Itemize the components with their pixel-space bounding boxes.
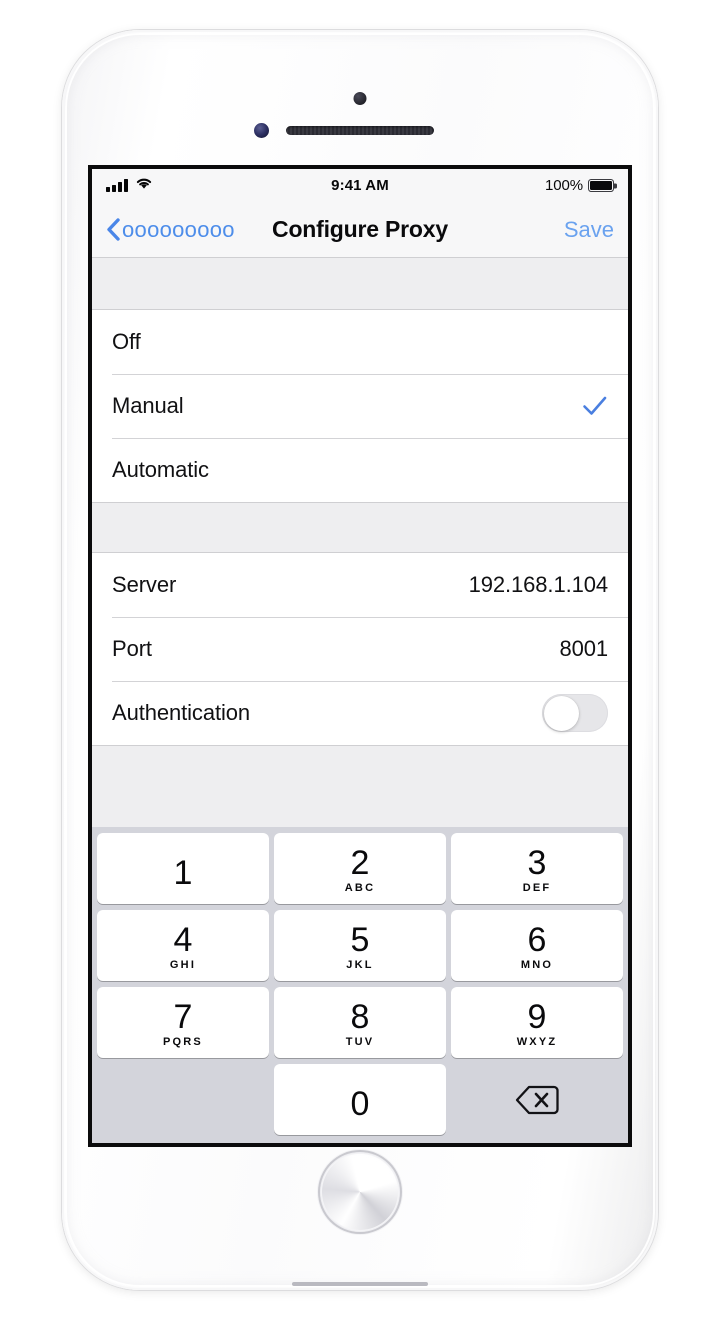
- home-button[interactable]: [320, 1152, 400, 1232]
- key-1[interactable]: 1: [97, 833, 269, 904]
- key-digit: 7: [173, 997, 193, 1036]
- option-label: Off: [112, 329, 141, 354]
- server-label: Server: [112, 572, 177, 597]
- port-label: Port: [112, 636, 152, 661]
- key-letters: PQRS: [163, 1035, 203, 1048]
- battery-percent-label: 100%: [545, 177, 583, 194]
- proxy-mode-option-automatic[interactable]: Automatic: [92, 438, 628, 502]
- back-button[interactable]: ooooooooo: [106, 217, 235, 243]
- keypad-row-1: 1 2 ABC 3 DEF: [97, 833, 623, 904]
- backspace-delete-icon: [515, 1085, 559, 1114]
- battery-full-icon: [588, 179, 614, 192]
- authentication-row[interactable]: Authentication: [92, 681, 628, 745]
- bottom-antenna-line: [292, 1282, 428, 1286]
- key-digit: 1: [173, 853, 193, 892]
- checkmark-icon: [583, 396, 607, 415]
- server-row[interactable]: Server 192.168.1.104: [92, 553, 628, 617]
- status-bar: 9:41 AM 100%: [92, 169, 628, 202]
- toggle-knob: [543, 695, 579, 731]
- key-digit: 9: [527, 997, 547, 1036]
- back-button-label: ooooooooo: [122, 216, 235, 242]
- proxy-mode-option-off[interactable]: Off: [92, 310, 628, 374]
- option-label: Automatic: [112, 457, 209, 482]
- key-3[interactable]: 3 DEF: [451, 833, 623, 904]
- delete-key[interactable]: [451, 1064, 623, 1135]
- option-label: Manual: [112, 393, 184, 418]
- key-5[interactable]: 5 JKL: [274, 910, 446, 981]
- key-digit: 4: [173, 920, 193, 959]
- key-digit: 5: [350, 920, 370, 959]
- server-input[interactable]: 192.168.1.104: [469, 572, 608, 598]
- iphone-device-frame: 9:41 AM 100% ooooooooo Configure Proxy S…: [62, 30, 658, 1290]
- section-gap-top: [92, 258, 628, 310]
- front-camera-icon: [353, 92, 367, 105]
- proxy-settings-group: Server 192.168.1.104 Port 8001 Authentic…: [92, 553, 628, 745]
- key-6[interactable]: 6 MNO: [451, 910, 623, 981]
- port-row[interactable]: Port 8001: [92, 617, 628, 681]
- keypad-row-4: 0: [97, 1064, 623, 1135]
- authentication-label: Authentication: [112, 700, 251, 725]
- key-9[interactable]: 9 WXYZ: [451, 987, 623, 1058]
- earpiece-speaker-icon: [286, 126, 434, 135]
- key-digit: 3: [527, 843, 547, 882]
- section-gap-bottom: [92, 745, 628, 819]
- key-letters: GHI: [169, 958, 197, 971]
- settings-table-view: Off Manual Automatic Server 192.168.1.10…: [92, 258, 628, 1143]
- proxy-mode-option-manual[interactable]: Manual: [92, 374, 628, 438]
- numeric-keypad: 1 2 ABC 3 DEF 4 GHI 5 JKL 6 MNO 7 PQRS 8…: [92, 827, 628, 1143]
- proxy-mode-group: Off Manual Automatic: [92, 310, 628, 502]
- key-digit: 8: [350, 997, 370, 1036]
- save-button[interactable]: Save: [564, 217, 614, 243]
- key-7[interactable]: 7 PQRS: [97, 987, 269, 1058]
- key-digit: 0: [350, 1084, 370, 1123]
- key-letters: JKL: [346, 958, 374, 971]
- keypad-row-2: 4 GHI 5 JKL 6 MNO: [97, 910, 623, 981]
- navigation-bar: ooooooooo Configure Proxy Save: [92, 202, 628, 258]
- key-letters: TUV: [345, 1035, 375, 1048]
- status-bar-right: 100%: [545, 177, 614, 194]
- chevron-left-icon: [107, 218, 120, 241]
- proximity-sensor-icon: [254, 123, 269, 138]
- keypad-blank-left: [97, 1064, 269, 1135]
- key-2[interactable]: 2 ABC: [274, 833, 446, 904]
- toggle-switch-off-icon[interactable]: [542, 694, 608, 732]
- key-letters: ABC: [344, 881, 376, 894]
- key-0[interactable]: 0: [274, 1064, 446, 1135]
- key-digit: 6: [527, 920, 547, 959]
- keypad-row-3: 7 PQRS 8 TUV 9 WXYZ: [97, 987, 623, 1058]
- key-4[interactable]: 4 GHI: [97, 910, 269, 981]
- key-letters: MNO: [520, 958, 554, 971]
- key-letters: DEF: [522, 881, 552, 894]
- section-gap-middle: [92, 502, 628, 553]
- key-8[interactable]: 8 TUV: [274, 987, 446, 1058]
- key-letters: WXYZ: [516, 1035, 558, 1048]
- phone-screen: 9:41 AM 100% ooooooooo Configure Proxy S…: [88, 165, 632, 1147]
- port-input[interactable]: 8001: [559, 636, 608, 662]
- key-digit: 2: [350, 843, 370, 882]
